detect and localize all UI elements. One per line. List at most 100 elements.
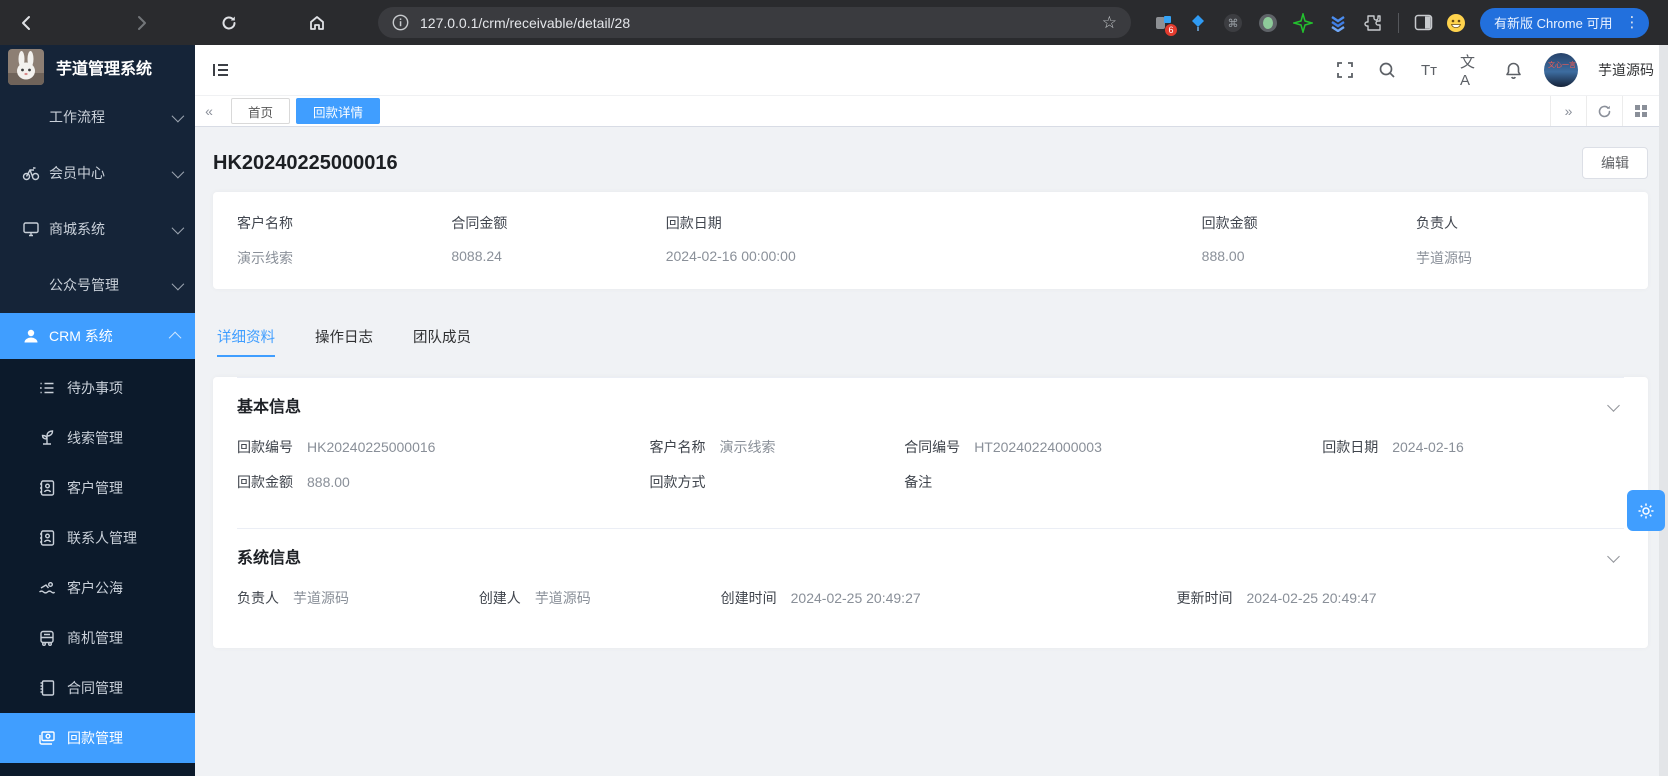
menu-fold-icon[interactable]: [211, 60, 231, 80]
browser-forward-icon[interactable]: [130, 12, 152, 34]
search-icon[interactable]: [1376, 59, 1398, 81]
browser-reload-icon[interactable]: [218, 12, 240, 34]
extension-green-dot-icon[interactable]: [1258, 13, 1278, 33]
submenu-item-todo[interactable]: 待办事项: [0, 363, 195, 413]
tabs-scroll-left-icon[interactable]: «: [195, 103, 223, 119]
summary-field: 回款金额 888.00: [1202, 213, 1416, 268]
section-title: 系统信息: [237, 544, 301, 568]
summary-field: 回款日期 2024-02-16 00:00:00: [666, 213, 1202, 268]
browser-home-icon[interactable]: [306, 12, 328, 34]
font-size-icon[interactable]: Tт: [1418, 59, 1440, 81]
chevron-up-icon: [169, 331, 182, 344]
address-bar[interactable]: 127.0.0.1/crm/receivable/detail/28 ☆: [378, 7, 1131, 38]
summary-field: 负责人 芋道源码: [1416, 213, 1624, 268]
sidebar-menu: 工作流程 会员中心 商城系统 公众号管理: [0, 89, 195, 359]
sidebar-item-label: CRM 系统: [49, 326, 113, 346]
field-label: 负责人: [237, 590, 279, 606]
submenu-item-customer[interactable]: 客户管理: [0, 463, 195, 513]
field-label: 回款编号: [237, 439, 293, 455]
extension-icon[interactable]: 6: [1153, 13, 1173, 33]
submenu-item-customer-pool[interactable]: 客户公海: [0, 563, 195, 613]
browser-back-icon[interactable]: [16, 12, 38, 34]
detail-field: 回款方式: [650, 472, 905, 492]
submenu-item-label: 商机管理: [67, 628, 123, 648]
detail-field: 回款金额888.00: [237, 472, 650, 492]
field-label: 合同金额: [451, 213, 665, 233]
tab-team-members[interactable]: 团队成员: [413, 326, 471, 357]
refresh-tab-icon[interactable]: [1586, 96, 1622, 126]
toolbar-divider: [1398, 13, 1399, 33]
detail-field: 更新时间2024-02-25 20:49:47: [1176, 588, 1624, 608]
tabs-scroll-right-icon[interactable]: »: [1550, 96, 1586, 126]
collapse-basic-header[interactable]: 基本信息: [237, 378, 1624, 430]
sidebar-item-crm-system[interactable]: CRM 系统: [0, 313, 195, 359]
blank-icon: [22, 276, 40, 294]
submenu-item-clue[interactable]: 线索管理: [0, 413, 195, 463]
chevron-down-icon: [172, 221, 185, 234]
chrome-update-button[interactable]: 有新版 Chrome 可用 ⋮: [1480, 8, 1649, 38]
sidebar-submenu-crm: 待办事项 线索管理 客户管理 联系人管理: [0, 359, 195, 776]
field-label: 合同编号: [904, 439, 960, 455]
detail-field: 负责人芋道源码: [237, 588, 479, 608]
extension-green-star-icon[interactable]: [1293, 13, 1313, 33]
submenu-item-label: 线索管理: [67, 428, 123, 448]
detail-field: 备注: [904, 472, 1322, 492]
fullscreen-icon[interactable]: [1334, 59, 1356, 81]
extension-chevrons-icon[interactable]: [1328, 13, 1348, 33]
extensions-puzzle-icon[interactable]: [1363, 13, 1383, 33]
route-tab-home[interactable]: 首页: [231, 98, 290, 124]
section-title: 基本信息: [237, 393, 301, 417]
edit-button[interactable]: 编辑: [1582, 147, 1648, 179]
sidebar-item-label: 商城系统: [49, 219, 105, 239]
page-scrollbar[interactable]: [1659, 45, 1668, 776]
extension-kite-icon[interactable]: [1188, 13, 1208, 33]
extension-command-icon[interactable]: ⌘: [1223, 13, 1243, 33]
sidebar: 芋道管理系统 工作流程 会员中心 商城系统: [0, 45, 195, 776]
browser-menu-icon[interactable]: ⋮: [1620, 15, 1643, 30]
bus-icon: [38, 629, 56, 647]
bookmark-star-icon[interactable]: ☆: [1102, 13, 1117, 33]
submenu-item-label: 客户管理: [67, 478, 123, 498]
submenu-item-contract[interactable]: 合同管理: [0, 663, 195, 713]
detail-field: 创建时间2024-02-25 20:49:27: [721, 588, 1177, 608]
address-book-icon: [38, 479, 56, 497]
field-label: 回款日期: [1322, 439, 1378, 455]
tab-options-grid-icon[interactable]: [1622, 96, 1658, 126]
translate-icon[interactable]: 文A: [1460, 59, 1482, 81]
submenu-item-business[interactable]: 商机管理: [0, 613, 195, 663]
sidebar-item-mall-system[interactable]: 商城系统: [0, 201, 195, 257]
submenu-item-receivable[interactable]: 回款管理: [0, 713, 195, 763]
field-value: HT20240224000003: [974, 439, 1102, 455]
app-logo-row[interactable]: 芋道管理系统: [0, 45, 195, 89]
user-avatar[interactable]: 文心一言: [1544, 53, 1578, 87]
field-label: 回款日期: [666, 213, 1202, 233]
seedling-icon: [38, 429, 56, 447]
username[interactable]: 芋道源码: [1598, 60, 1654, 80]
route-tab-bar: « 首页 回款详情 »: [195, 95, 1668, 127]
field-value: 2024-02-16: [1392, 439, 1464, 455]
collapse-system-header[interactable]: 系统信息: [237, 529, 1624, 581]
tab-operation-log[interactable]: 操作日志: [315, 326, 373, 357]
detail-field: 合同编号 HT20240224000003: [904, 437, 1322, 457]
notification-bell-icon[interactable]: [1502, 59, 1524, 81]
side-panel-icon[interactable]: [1413, 13, 1433, 33]
field-value: 芋道源码: [535, 590, 591, 606]
site-info-icon[interactable]: [390, 13, 410, 33]
sidebar-item-label: 工作流程: [49, 107, 105, 127]
submenu-item-label: 回款管理: [67, 728, 123, 748]
field-label: 回款金额: [1202, 213, 1416, 233]
sidebar-item-workflow[interactable]: 工作流程: [0, 89, 195, 145]
browser-toolbar: 127.0.0.1/crm/receivable/detail/28 ☆ 6 ⌘: [0, 0, 1668, 45]
url-text[interactable]: 127.0.0.1/crm/receivable/detail/28: [420, 15, 1102, 31]
extension-badge: 6: [1165, 24, 1177, 36]
submenu-item-contact[interactable]: 联系人管理: [0, 513, 195, 563]
settings-drawer-button[interactable]: [1627, 490, 1665, 531]
route-tab-receivable-detail[interactable]: 回款详情: [296, 98, 380, 124]
field-value: 888.00: [307, 474, 350, 490]
sidebar-item-official-account[interactable]: 公众号管理: [0, 257, 195, 313]
field-value: 演示线索: [720, 439, 776, 455]
field-value: 2024-02-16 00:00:00: [666, 248, 1202, 264]
tab-detail-info[interactable]: 详细资料: [217, 326, 275, 357]
sidebar-item-member-center[interactable]: 会员中心: [0, 145, 195, 201]
emoji-profile-icon[interactable]: [1446, 13, 1466, 33]
